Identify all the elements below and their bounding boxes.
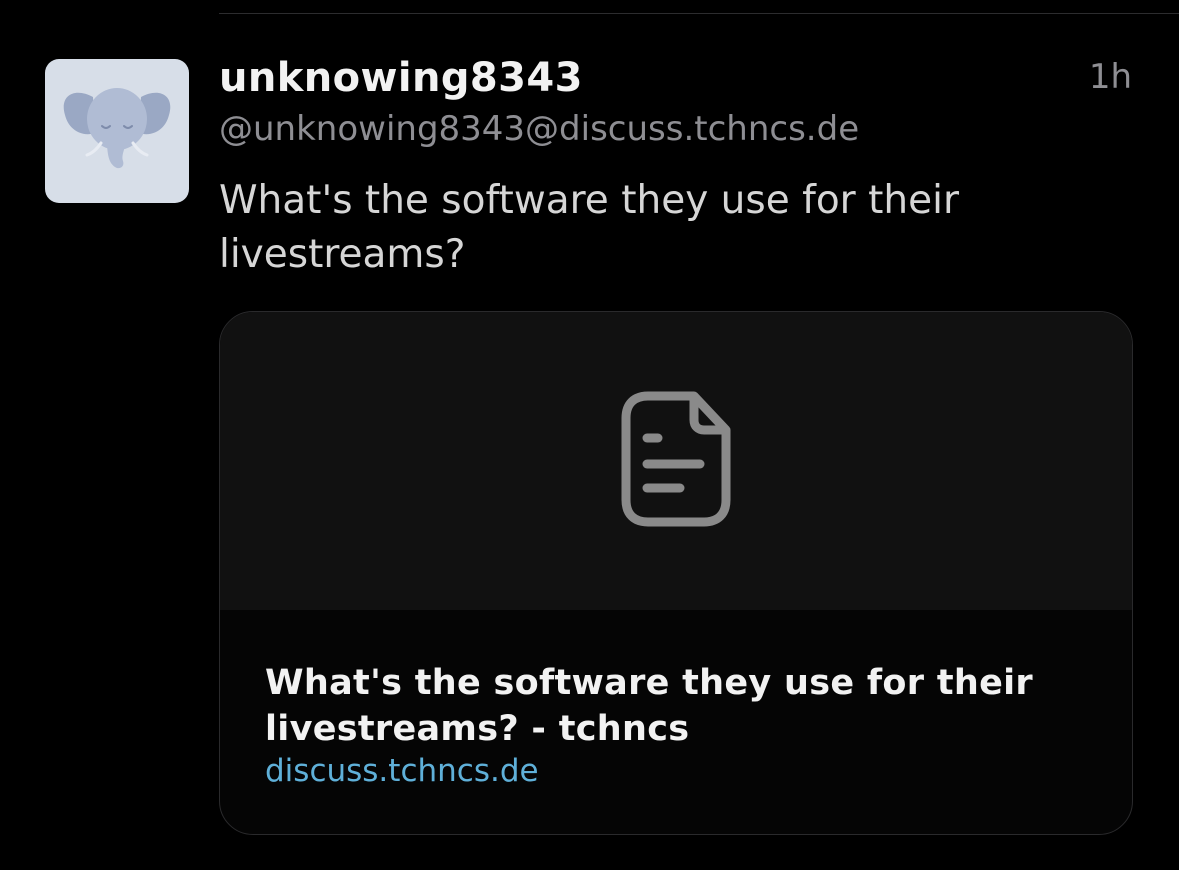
link-preview-image [220,312,1132,610]
top-divider [219,13,1179,14]
avatar[interactable] [45,59,189,203]
display-name[interactable]: unknowing8343 [219,52,583,104]
link-card-domain: discuss.tchncs.de [265,753,539,789]
link-card-title: What's the software they use for their l… [265,663,1033,749]
post-timestamp: 1h [1088,57,1132,97]
account-handle[interactable]: @unknowing8343@discuss.tchncs.de [219,108,859,150]
post-text: What's the software they use for their l… [219,178,959,277]
elephant-icon [63,88,171,169]
document-icon [621,391,731,527]
link-preview-card[interactable]: What's the software they use for their l… [219,311,1133,835]
